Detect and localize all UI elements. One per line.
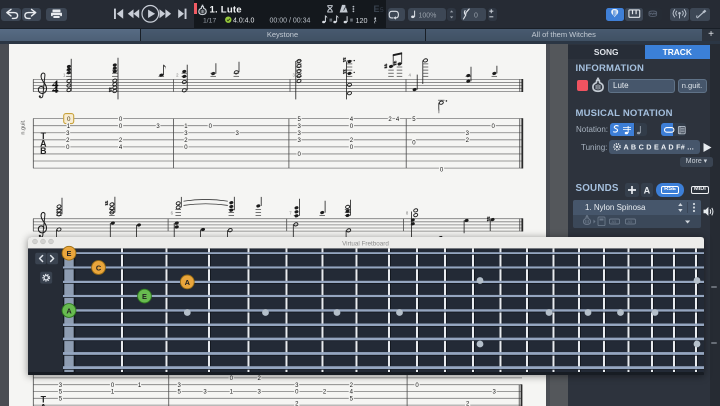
svg-text:2: 2 bbox=[184, 138, 188, 144]
svg-text:A: A bbox=[40, 402, 47, 406]
svg-text:7: 7 bbox=[289, 211, 292, 216]
svg-text:E: E bbox=[67, 249, 72, 258]
svg-text:A: A bbox=[185, 277, 191, 286]
svg-text:3: 3 bbox=[298, 131, 302, 137]
svg-text:3: 3 bbox=[466, 131, 470, 137]
svg-text:0: 0 bbox=[184, 145, 188, 151]
svg-text:0: 0 bbox=[474, 13, 478, 20]
svg-text:3: 3 bbox=[293, 73, 296, 78]
svg-text:0: 0 bbox=[119, 124, 123, 130]
svg-text:100%: 100% bbox=[419, 13, 437, 20]
svg-text:0: 0 bbox=[209, 124, 213, 130]
svg-text:00:00 / 00:34: 00:00 / 00:34 bbox=[270, 17, 311, 24]
svg-text:E: E bbox=[374, 4, 380, 14]
svg-text:A5: A5 bbox=[627, 218, 633, 223]
svg-text:E: E bbox=[142, 292, 147, 301]
svg-text:4: 4 bbox=[119, 145, 123, 151]
svg-text:1/17: 1/17 bbox=[203, 17, 216, 24]
svg-text:3: 3 bbox=[66, 131, 70, 137]
svg-text:3: 3 bbox=[203, 390, 207, 396]
svg-text:0: 0 bbox=[67, 116, 71, 123]
svg-text:A: A bbox=[66, 306, 72, 315]
svg-text:5: 5 bbox=[298, 117, 302, 123]
svg-text:3: 3 bbox=[298, 138, 302, 144]
svg-text:0: 0 bbox=[230, 376, 234, 382]
svg-text:3: 3 bbox=[178, 383, 182, 389]
svg-text:120: 120 bbox=[356, 16, 368, 25]
svg-text:Virtual Fretboard: Virtual Fretboard bbox=[342, 240, 389, 247]
svg-text:5: 5 bbox=[412, 117, 416, 123]
svg-text:0: 0 bbox=[412, 140, 416, 146]
svg-text:2: 2 bbox=[350, 138, 354, 144]
svg-text:3: 3 bbox=[295, 383, 299, 389]
svg-text:2: 2 bbox=[176, 73, 179, 78]
svg-text:0: 0 bbox=[415, 383, 419, 389]
svg-text:1: 1 bbox=[67, 124, 71, 130]
svg-text:3: 3 bbox=[258, 390, 262, 396]
svg-text:1. Lute: 1. Lute bbox=[210, 4, 242, 15]
svg-text:2: 2 bbox=[119, 138, 123, 144]
svg-text:B: B bbox=[40, 146, 46, 156]
svg-text:4: 4 bbox=[350, 390, 354, 396]
svg-text:4: 4 bbox=[350, 117, 354, 123]
svg-text:0: 0 bbox=[66, 145, 70, 151]
svg-text:A5: A5 bbox=[611, 218, 617, 223]
svg-text:A B C D E A D F# ...: A B C D E A D F# ... bbox=[624, 143, 695, 152]
svg-text:6: 6 bbox=[171, 211, 174, 216]
svg-text:2: 2 bbox=[258, 376, 262, 382]
svg-text:0: 0 bbox=[350, 145, 354, 151]
svg-text:C: C bbox=[96, 263, 102, 272]
svg-text:2: 2 bbox=[350, 383, 354, 389]
svg-text:n.guit.: n.guit. bbox=[20, 119, 26, 135]
svg-text:A: A bbox=[644, 186, 651, 196]
svg-text:8: 8 bbox=[406, 211, 409, 216]
svg-text:1: 1 bbox=[184, 124, 188, 130]
svg-text:3: 3 bbox=[236, 131, 240, 137]
svg-text:0: 0 bbox=[295, 390, 299, 396]
svg-text:1: 1 bbox=[230, 390, 234, 396]
svg-text:2: 2 bbox=[66, 138, 70, 144]
svg-text:5: 5 bbox=[350, 397, 354, 403]
svg-text:4: 4 bbox=[409, 73, 412, 78]
svg-text:4.0:4.0: 4.0:4.0 bbox=[233, 17, 255, 24]
svg-text:1: 1 bbox=[63, 73, 66, 78]
svg-text:5: 5 bbox=[178, 390, 182, 396]
svg-text:1: 1 bbox=[111, 390, 115, 396]
svg-text:0: 0 bbox=[298, 152, 302, 158]
svg-text:5: 5 bbox=[380, 7, 384, 14]
svg-text:5: 5 bbox=[59, 390, 63, 396]
svg-text:3: 3 bbox=[156, 124, 160, 130]
svg-text:1: 1 bbox=[138, 383, 142, 389]
svg-text:3: 3 bbox=[184, 131, 188, 137]
svg-text:0: 0 bbox=[119, 117, 123, 123]
svg-text:3: 3 bbox=[493, 390, 497, 396]
svg-text:3: 3 bbox=[298, 124, 302, 130]
svg-text:0: 0 bbox=[111, 383, 115, 389]
svg-text:0: 0 bbox=[492, 124, 496, 130]
svg-text:2: 2 bbox=[466, 138, 470, 144]
svg-text:5: 5 bbox=[59, 397, 63, 403]
svg-text:0: 0 bbox=[350, 124, 354, 130]
svg-text:3: 3 bbox=[59, 383, 63, 389]
svg-text:2: 2 bbox=[323, 390, 327, 396]
svg-text:2: 2 bbox=[388, 117, 392, 123]
svg-text:4: 4 bbox=[396, 117, 400, 123]
